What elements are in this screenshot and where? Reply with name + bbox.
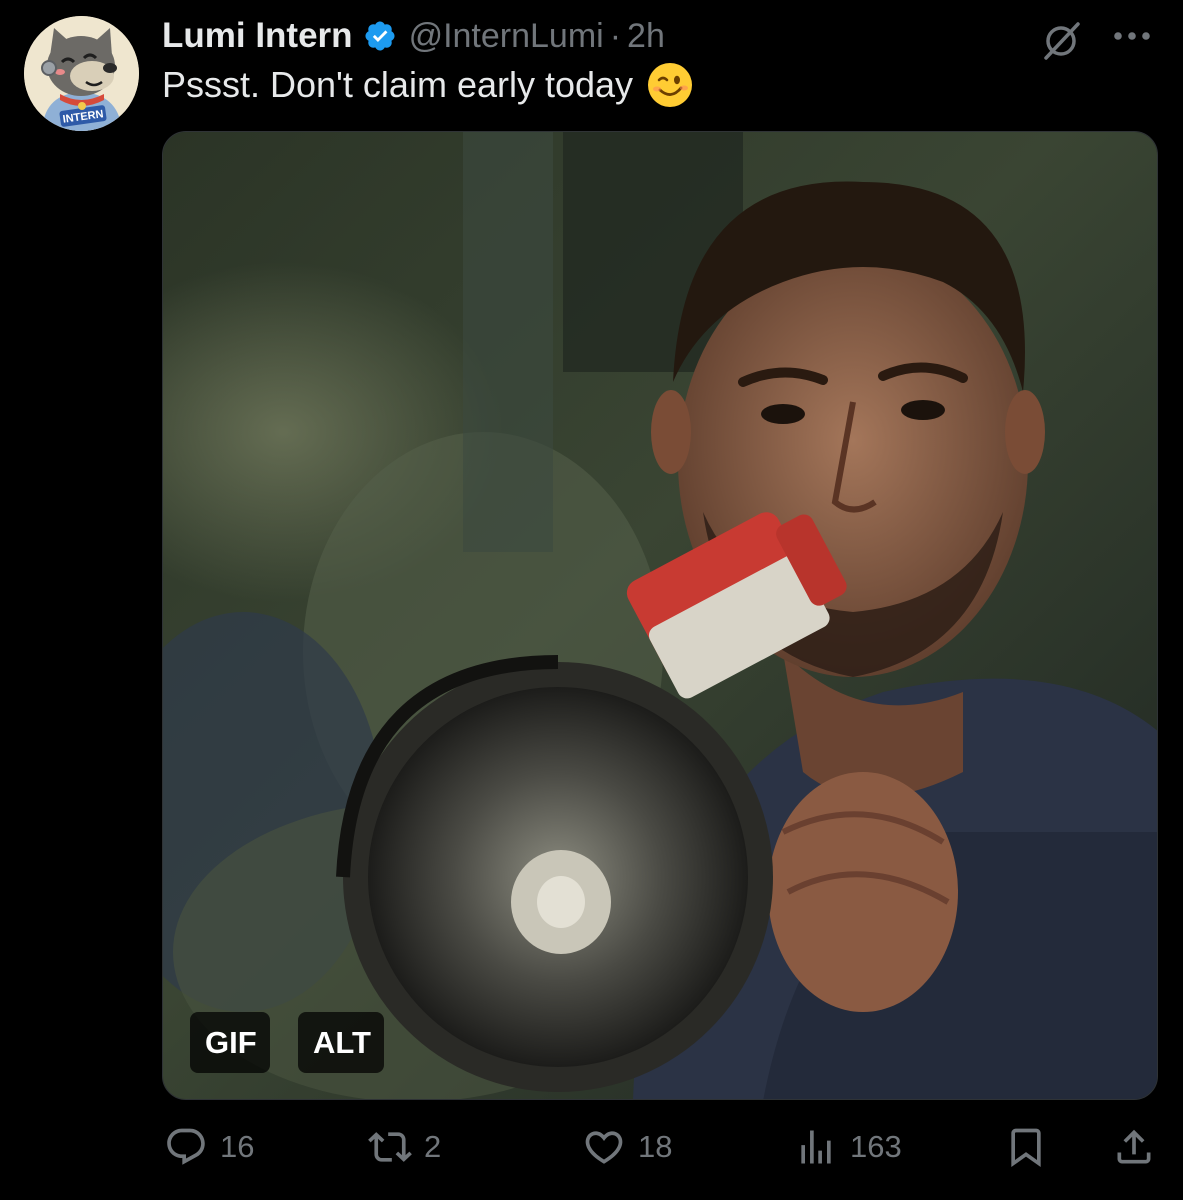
bookmark-button[interactable] [1004, 1120, 1048, 1174]
timestamp[interactable]: 2h [627, 17, 665, 56]
repost-button[interactable]: 2 [368, 1120, 441, 1174]
tweet: INTERN Lumi Intern @InternLumi · 2h Psss… [0, 0, 1183, 1200]
gif-badge: GIF [190, 1012, 270, 1073]
tweet-header: Lumi Intern @InternLumi · 2h [162, 14, 665, 58]
separator-dot: · [609, 16, 622, 55]
wolf-avatar-image: INTERN [24, 16, 139, 131]
reply-bubble-icon [167, 1128, 205, 1165]
views-button[interactable]: 163 [794, 1120, 902, 1174]
grok-slash-icon[interactable] [1040, 18, 1084, 62]
winking-face-emoji-icon [647, 62, 693, 108]
verified-badge-icon[interactable] [363, 19, 397, 53]
tweet-text: Pssst. Don't claim early today [162, 64, 634, 105]
like-button[interactable]: 18 [582, 1120, 672, 1174]
heart-icon [585, 1131, 623, 1164]
reply-button[interactable]: 16 [164, 1120, 254, 1174]
repost-count: 2 [424, 1129, 442, 1164]
tweet-text-row: Pssst. Don't claim early today [162, 62, 693, 108]
avatar[interactable]: INTERN [24, 16, 139, 131]
alt-text-button[interactable]: ALT [298, 1012, 384, 1073]
repost-icon [368, 1132, 412, 1162]
megaphone-man-image [163, 132, 1157, 1099]
handle[interactable]: @InternLumi [409, 17, 604, 56]
more-dots-icon[interactable] [1112, 28, 1156, 44]
view-count: 163 [850, 1129, 902, 1164]
views-bars-icon [801, 1130, 831, 1164]
share-icon [1117, 1129, 1151, 1164]
like-count: 18 [638, 1129, 673, 1164]
share-button[interactable] [1112, 1120, 1156, 1174]
reply-count: 16 [220, 1129, 255, 1164]
display-name[interactable]: Lumi Intern [162, 16, 353, 56]
bookmark-icon [1011, 1128, 1041, 1168]
gif-media[interactable] [162, 131, 1158, 1100]
action-bar: 16 2 18 163 [0, 1120, 1183, 1174]
